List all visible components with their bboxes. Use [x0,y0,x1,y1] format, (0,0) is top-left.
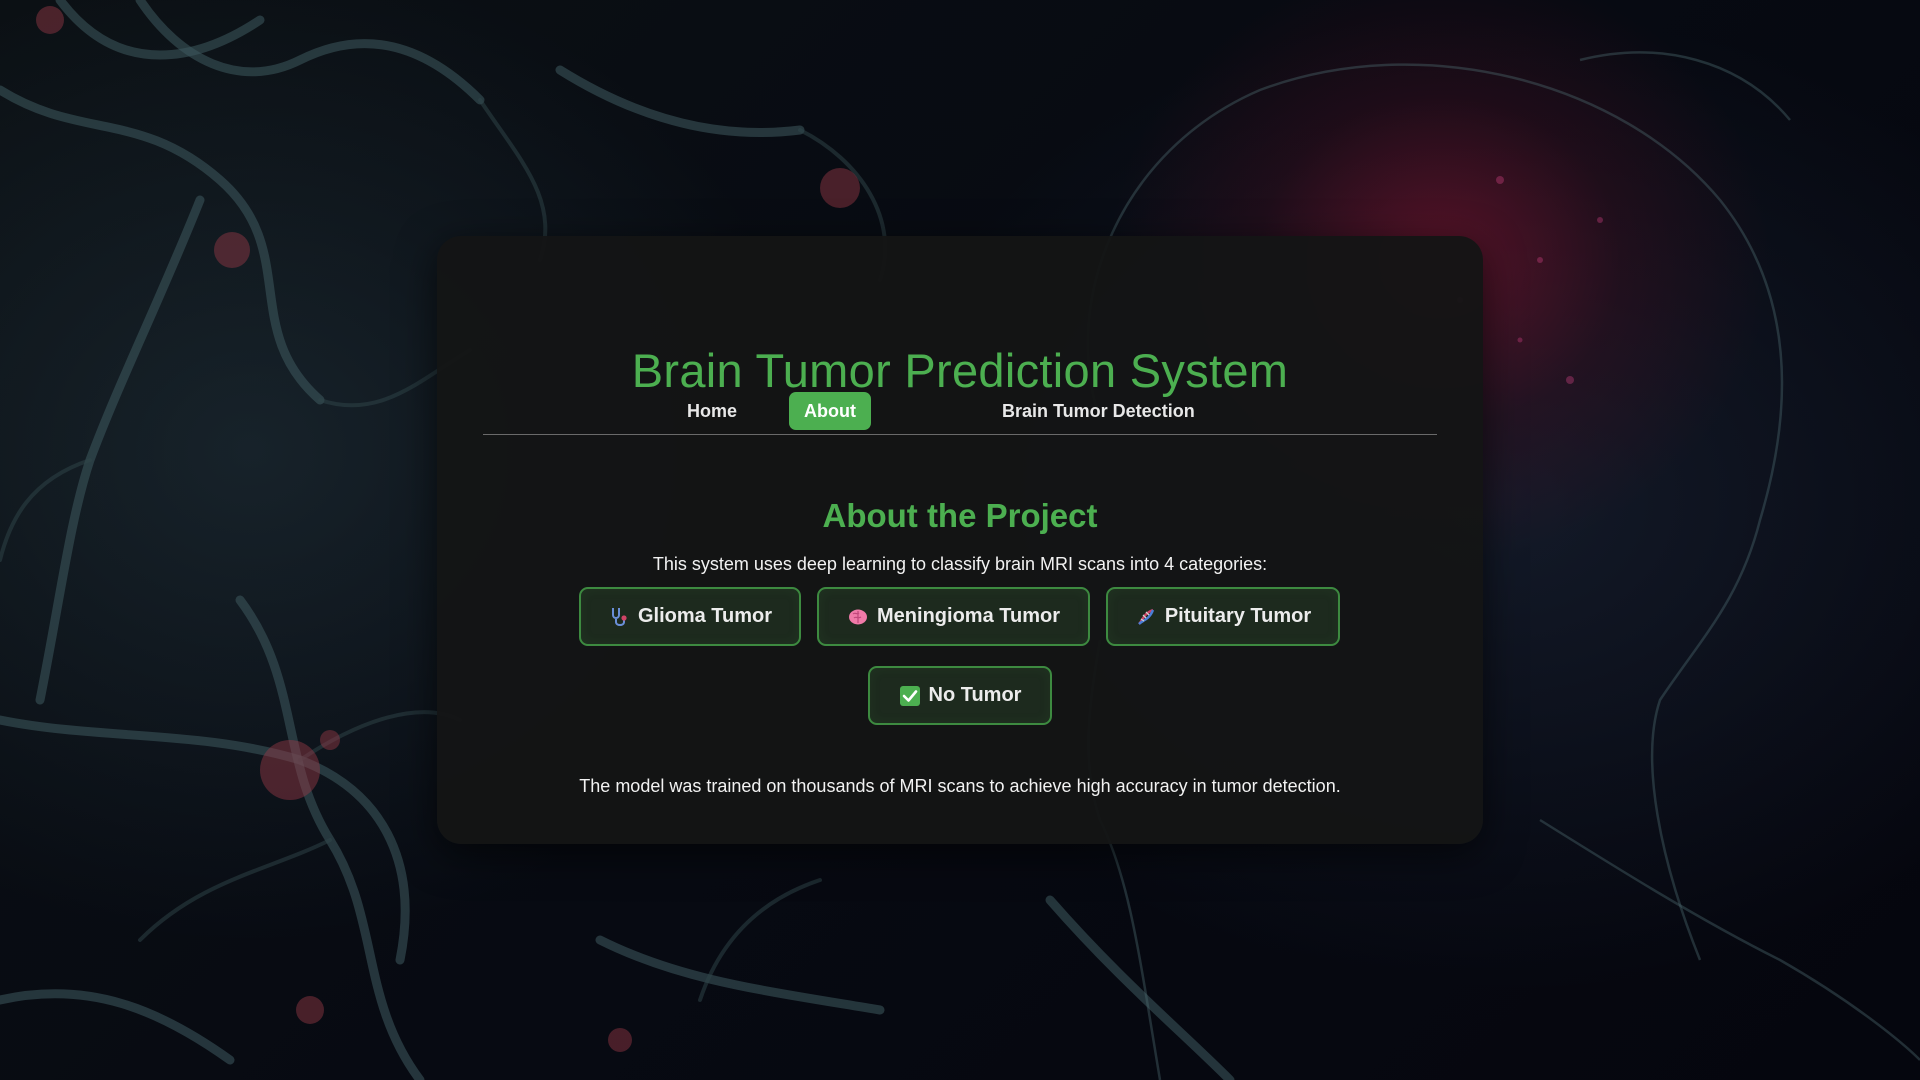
dna-icon [1135,606,1157,628]
nav-bar: Home About Brain Tumor Detection [483,390,1437,435]
category-label: Meningioma Tumor [877,605,1060,627]
category-label: No Tumor [928,684,1022,706]
check-mark-icon [899,685,921,707]
category-meningioma: Meningioma Tumor [817,587,1090,646]
stethoscope-icon [608,606,630,628]
category-label: Glioma Tumor [637,605,773,627]
nav-home-link[interactable]: Home [672,392,752,430]
category-label: Pituitary Tumor [1164,605,1312,627]
outro-text: The model was trained on thousands of MR… [579,776,1341,796]
category-pituitary: Pituitary Tumor [1106,587,1340,646]
nav-brain-tumor-detection-link[interactable]: Brain Tumor Detection [987,392,1210,430]
category-glioma: Glioma Tumor [579,587,801,646]
section-heading: About the Project [822,497,1098,535]
category-no-tumor: No Tumor [868,666,1052,725]
intro-text: This system uses deep learning to classi… [652,554,1268,574]
brain-icon [847,606,869,628]
nav-about-link[interactable]: About [789,392,871,430]
about-card: Brain Tumor Prediction System Home About… [437,236,1483,844]
